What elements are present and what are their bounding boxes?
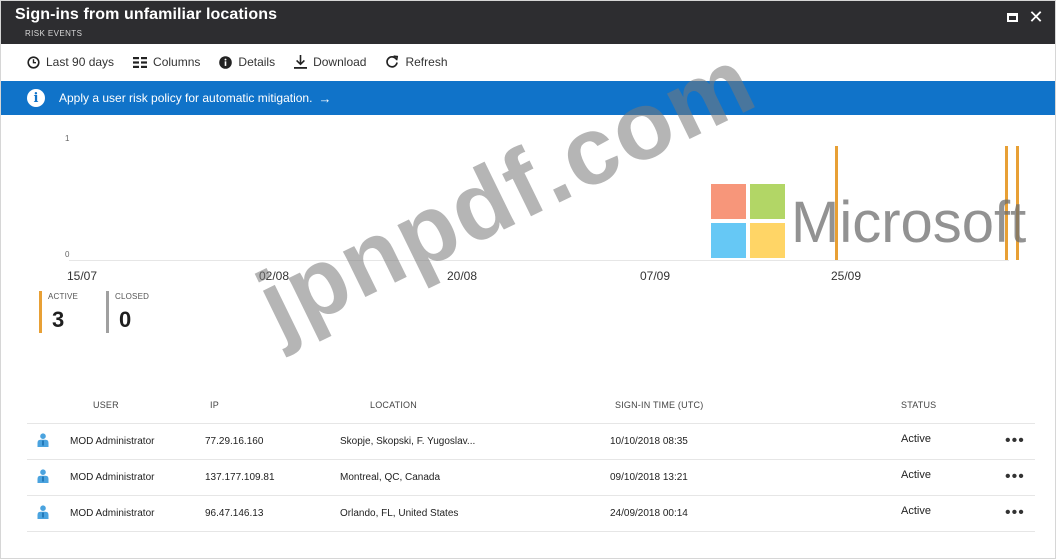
y-tick-label: 1 — [65, 134, 70, 143]
blade-subtitle: RISK EVENTS — [25, 29, 83, 38]
closed-stripe — [106, 291, 109, 333]
x-tick-label: 25/09 — [831, 269, 862, 283]
x-tick-label: 07/09 — [640, 269, 671, 283]
active-label: ACTIVE — [48, 292, 79, 301]
more-options-icon[interactable]: ••• — [1005, 432, 1025, 450]
active-stripe — [39, 291, 42, 333]
status-cell: Active — [901, 505, 931, 517]
x-axis-line — [69, 260, 1009, 261]
y-tick-label: 0 — [65, 250, 70, 259]
sign-in-time-cell: 09/10/2018 13:21 — [610, 472, 688, 483]
download-icon — [294, 55, 308, 69]
column-header-ip[interactable]: IP — [210, 400, 219, 410]
download-label: Download — [313, 55, 367, 69]
maximize-button[interactable] — [1004, 9, 1020, 25]
ip-cell: 96.47.146.13 — [205, 508, 264, 519]
ip-cell: 137.177.109.81 — [205, 472, 275, 483]
maximize-icon — [1006, 12, 1018, 22]
download-button[interactable]: Download — [294, 55, 366, 69]
sign-in-time-cell: 10/10/2018 08:35 — [610, 436, 688, 447]
column-header-sign-in-time[interactable]: SIGN-IN TIME (UTC) — [615, 400, 703, 410]
banner-text[interactable]: Apply a user risk policy for automatic m… — [59, 91, 312, 105]
user-cell: MOD Administrator — [70, 436, 155, 447]
risk-events-blade: Sign-ins from unfamiliar locations RISK … — [0, 0, 1056, 559]
watermark-brand: Microsoft — [791, 190, 1027, 255]
risk-policy-banner[interactable]: i Apply a user risk policy for automatic… — [1, 81, 1055, 115]
user-cell: MOD Administrator — [70, 508, 155, 519]
table-header: USER IP LOCATION SIGN-IN TIME (UTC) STAT… — [27, 393, 1035, 424]
user-icon — [37, 505, 49, 519]
last-90-days-label: Last 90 days — [46, 55, 115, 69]
user-icon — [37, 433, 49, 447]
column-header-user[interactable]: USER — [93, 400, 119, 410]
closed-count: 0 — [119, 307, 132, 332]
more-options-icon[interactable]: ••• — [1005, 468, 1025, 486]
status-cell: Active — [901, 469, 931, 481]
column-header-status[interactable]: STATUS — [901, 400, 936, 410]
details-button[interactable]: Details — [219, 55, 275, 69]
table-row[interactable]: MOD Administrator 137.177.109.81 Montrea… — [27, 460, 1035, 496]
refresh-icon — [386, 55, 399, 68]
sign-in-time-cell: 24/09/2018 00:14 — [610, 508, 688, 519]
last-90-days-button[interactable]: Last 90 days — [27, 55, 114, 69]
logo-square — [711, 184, 746, 219]
more-options-icon[interactable]: ••• — [1005, 504, 1025, 522]
close-icon: ✕ — [1028, 7, 1044, 27]
clock-icon — [27, 55, 40, 69]
status-cell: Active — [901, 433, 931, 445]
blade-header: Sign-ins from unfamiliar locations RISK … — [1, 1, 1055, 44]
user-cell: MOD Administrator — [70, 472, 155, 483]
columns-icon — [133, 56, 148, 68]
logo-square — [750, 184, 785, 219]
info-circle-icon: i — [27, 89, 45, 107]
active-count: 3 — [52, 307, 65, 332]
info-icon — [219, 55, 233, 69]
close-button[interactable]: ✕ — [1028, 7, 1044, 27]
closed-label: CLOSED — [115, 292, 150, 301]
ip-cell: 77.29.16.160 — [205, 436, 264, 447]
blade-title: Sign-ins from unfamiliar locations — [15, 6, 278, 23]
columns-label: Columns — [153, 55, 201, 69]
column-header-location[interactable]: LOCATION — [370, 400, 417, 410]
location-cell: Skopje, Skopski, F. Yugoslav... — [340, 436, 476, 447]
refresh-label: Refresh — [405, 55, 448, 69]
microsoft-logo-icon — [711, 184, 787, 260]
location-cell: Montreal, QC, Canada — [340, 472, 441, 483]
x-tick-label: 15/07 — [67, 269, 98, 283]
logo-square — [711, 223, 746, 258]
columns-button[interactable]: Columns — [133, 55, 200, 69]
table-row[interactable]: MOD Administrator 77.29.16.160 Skopje, S… — [27, 424, 1035, 460]
details-label: Details — [238, 55, 276, 69]
location-cell: Orlando, FL, United States — [340, 508, 459, 519]
user-icon — [37, 469, 49, 483]
table-row[interactable]: MOD Administrator 96.47.146.13 Orlando, … — [27, 496, 1035, 532]
arrow-right-icon: → — [318, 90, 332, 106]
risk-events-table: USER IP LOCATION SIGN-IN TIME (UTC) STAT… — [27, 393, 1035, 532]
refresh-button[interactable]: Refresh — [385, 55, 448, 69]
logo-square — [750, 223, 785, 258]
toolbar: Last 90 days Columns Details Download Re… — [1, 44, 1055, 80]
